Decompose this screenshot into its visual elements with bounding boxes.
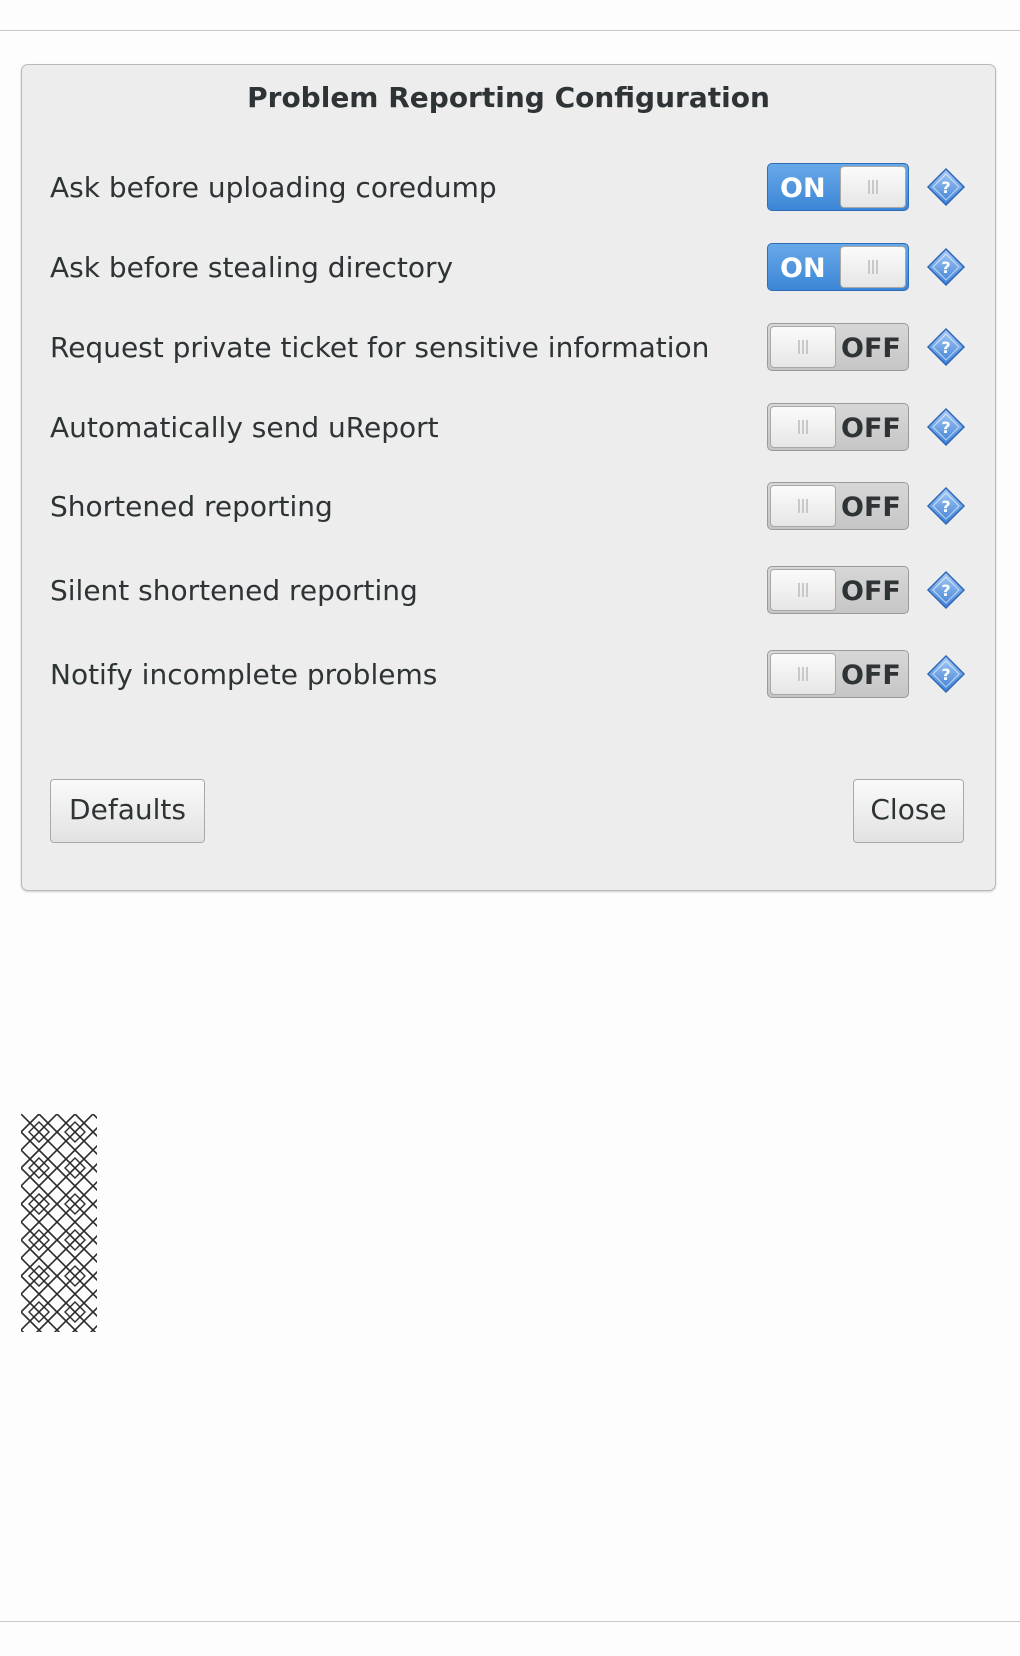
option-row-stealing-directory: Ask before stealing directory ON ? [22,243,995,293]
toggle-knob[interactable] [770,653,836,695]
option-row-private-ticket: Request private ticket for sensitive inf… [22,323,995,373]
svg-text:?: ? [941,497,950,516]
svg-text:?: ? [941,581,950,600]
toggle-state-text: OFF [841,660,901,691]
option-label: Silent shortened reporting [50,574,418,607]
svg-text:?: ? [941,665,950,684]
crosshatch-pattern-logo [21,1114,97,1332]
toggle-knob[interactable] [840,246,906,288]
help-diamond-icon[interactable]: ? [926,570,966,610]
toggle-knob[interactable] [770,569,836,611]
toggle-state-text: OFF [841,413,901,444]
svg-text:?: ? [941,418,950,437]
option-label: Request private ticket for sensitive inf… [50,331,710,364]
toggle-switch[interactable]: OFF [767,323,909,371]
toggle-knob[interactable] [840,166,906,208]
option-label: Automatically send uReport [50,411,439,444]
toggle-state-text: ON [780,173,826,204]
option-label: Ask before stealing directory [50,251,454,284]
toggle-state-text: ON [780,253,826,284]
toggle-state-text: OFF [841,576,901,607]
toggle-switch[interactable]: ON [767,163,909,211]
defaults-button[interactable]: Defaults [50,779,205,843]
help-diamond-icon[interactable]: ? [926,247,966,287]
close-button[interactable]: Close [853,779,964,843]
toggle-switch[interactable]: OFF [767,566,909,614]
option-row-silent-shortened-reporting: Silent shortened reporting OFF ? [22,566,995,616]
help-diamond-icon[interactable]: ? [926,407,966,447]
bottom-divider [0,1621,1020,1622]
toggle-state-text: OFF [841,333,901,364]
option-label: Ask before uploading coredump [50,171,497,204]
option-label: Shortened reporting [50,490,333,523]
option-row-send-ureport: Automatically send uReport OFF ? [22,403,995,453]
help-diamond-icon[interactable]: ? [926,167,966,207]
toggle-knob[interactable] [770,485,836,527]
toggle-switch[interactable]: ON [767,243,909,291]
toggle-knob[interactable] [770,326,836,368]
page: Problem Reporting Configuration Ask befo… [0,0,1020,1656]
option-row-notify-incomplete: Notify incomplete problems OFF ? [22,650,995,700]
svg-text:?: ? [941,178,950,197]
help-diamond-icon[interactable]: ? [926,327,966,367]
toggle-switch[interactable]: OFF [767,482,909,530]
toggle-switch[interactable]: OFF [767,650,909,698]
help-diamond-icon[interactable]: ? [926,486,966,526]
toggle-state-text: OFF [841,492,901,523]
dialog-title: Problem Reporting Configuration [247,81,770,114]
svg-text:?: ? [941,258,950,277]
problem-reporting-dialog: Problem Reporting Configuration Ask befo… [21,64,996,891]
toggle-switch[interactable]: OFF [767,403,909,451]
option-label: Notify incomplete problems [50,658,438,691]
option-row-shortened-reporting: Shortened reporting OFF ? [22,482,995,532]
svg-text:?: ? [941,338,950,357]
option-row-upload-coredump: Ask before uploading coredump ON ? [22,163,995,213]
top-divider [0,30,1020,31]
toggle-knob[interactable] [770,406,836,448]
help-diamond-icon[interactable]: ? [926,654,966,694]
